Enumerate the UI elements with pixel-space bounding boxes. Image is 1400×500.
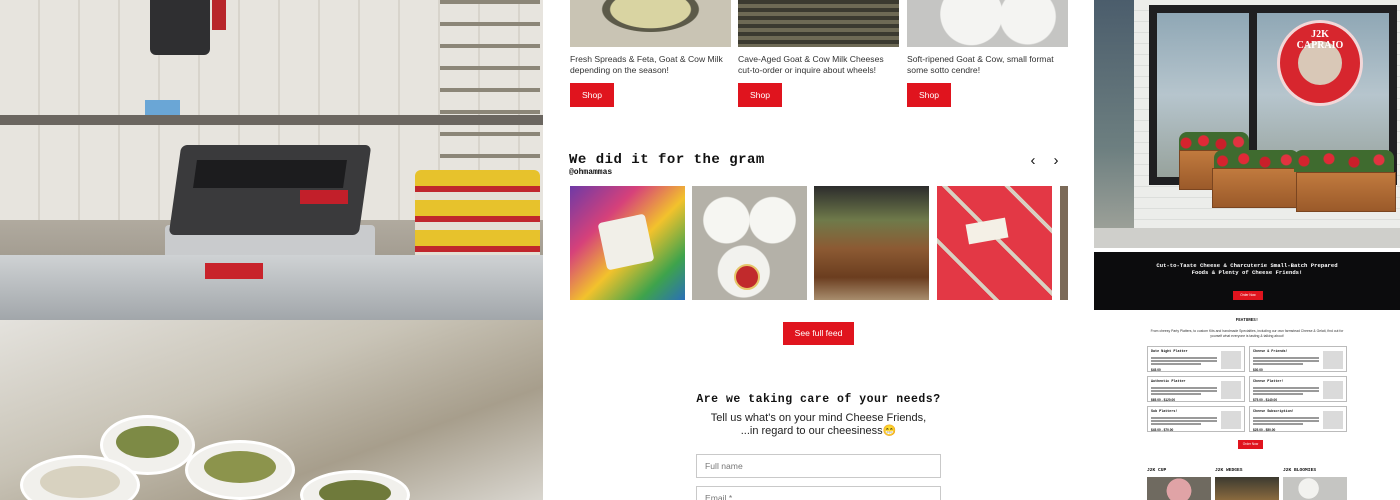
feedback-subtitle-line: ...in regard to our cheesiness😁 <box>740 425 897 437</box>
flower-box-plants <box>1294 150 1394 172</box>
wire-rack <box>440 0 540 180</box>
street-view <box>1094 0 1134 248</box>
preview-hero-text: Cut-to-Taste Cheese & Charcuterie Small-… <box>1156 262 1338 276</box>
card-price: $75.00 - $140.00 <box>1253 398 1278 402</box>
preview-hero: Cut-to-Taste Cheese & Charcuterie Small-… <box>1094 252 1400 310</box>
product-description: Soft-ripened Goat & Cow, small format so… <box>907 54 1054 75</box>
website-preview-screenshot: Cut-to-Taste Cheese & Charcuterie Small-… <box>1094 252 1400 500</box>
full-name-input[interactable] <box>696 454 941 478</box>
shop-button[interactable]: Shop <box>738 83 782 107</box>
chevron-right-icon[interactable]: › <box>1048 152 1064 170</box>
olive-bowl <box>185 440 295 500</box>
card-image <box>1323 351 1343 369</box>
preview-mini-image <box>1215 477 1279 500</box>
preview-product-card: Cheese Subscription! $25.00 - $50.00 <box>1249 406 1347 432</box>
planter-box <box>1296 172 1396 212</box>
preview-mini-image <box>1283 477 1347 500</box>
instagram-post[interactable] <box>570 186 685 300</box>
sidewalk <box>1094 228 1400 248</box>
instagram-post[interactable] <box>937 186 1052 300</box>
preview-mini-image <box>1147 477 1211 500</box>
card-price: $45.00 - $70.00 <box>1151 428 1174 432</box>
product-description: Fresh Spreads & Feta, Goat & Cow Milk de… <box>570 54 723 75</box>
paper-towel-dispenser <box>150 0 210 55</box>
shop-button[interactable]: Shop <box>570 83 614 107</box>
preview-order-button: Order Now <box>1238 440 1263 449</box>
planter-box <box>1212 168 1300 208</box>
card-image <box>1221 411 1241 429</box>
storefront-photo: J2K CAPRAIO <box>1094 0 1400 248</box>
preview-features-title: FEATURES! <box>1235 319 1259 323</box>
preview-mini-label: J2K CUP <box>1147 468 1167 473</box>
shop-logo-decal: J2K CAPRAIO <box>1277 20 1363 106</box>
instagram-section-title: We did it for the gram <box>569 152 765 168</box>
instagram-post-partial[interactable] <box>1060 186 1068 300</box>
see-full-feed-button[interactable]: See full feed <box>783 322 854 345</box>
preview-product-card: Date Night Platter $45.00 <box>1147 346 1245 372</box>
card-image <box>1323 411 1343 429</box>
card-price: $45.00 <box>1151 368 1161 372</box>
card-price: $65.00 - $120.00 <box>1151 398 1176 402</box>
shop-button[interactable]: Shop <box>907 83 951 107</box>
deli-counter-photo <box>0 0 543 500</box>
logo-wordmark: J2K CAPRAIO <box>1296 29 1344 51</box>
product-image-spreads[interactable] <box>570 0 731 47</box>
preview-mini-label: J2K WEDGES <box>1215 468 1243 473</box>
product-description: Cave-Aged Goat & Cow Milk Cheeses cut-to… <box>738 54 884 75</box>
scale-brand-plate <box>300 190 348 204</box>
card-price: $25.00 - $50.00 <box>1253 428 1276 432</box>
preview-hero-button: Order Now <box>1233 291 1263 300</box>
scale-display <box>193 160 347 188</box>
instagram-handle[interactable]: @ohmammas <box>569 168 612 177</box>
instagram-post[interactable] <box>692 186 807 300</box>
card-price: $30.00 <box>1253 368 1263 372</box>
preview-mini-label: J2K BLOOMIES <box>1283 468 1317 473</box>
preview-product-card: Cheese & Friends! $30.00 <box>1249 346 1347 372</box>
card-title: Cheese & Friends! <box>1253 350 1288 354</box>
card-title: Cheese Platter! <box>1253 380 1284 384</box>
card-image <box>1323 381 1343 399</box>
preview-product-card: Authentic Platter $65.00 - $120.00 <box>1147 376 1245 402</box>
card-image <box>1221 381 1241 399</box>
product-image-cave-aged[interactable] <box>738 0 899 47</box>
preview-features-subtitle: From cheesy Party Platters, to custom Ki… <box>1150 329 1344 338</box>
display-case-top <box>0 255 543 325</box>
main-content: Fresh Spreads & Feta, Goat & Cow Milk de… <box>543 0 1094 500</box>
preview-product-card: Sub Platters! $45.00 - $70.00 <box>1147 406 1245 432</box>
red-wall-box <box>212 0 226 30</box>
product-image-soft-ripened[interactable] <box>907 0 1068 47</box>
feedback-subtitle-line: Tell us what's on your mind Cheese Frien… <box>710 412 927 424</box>
card-title: Authentic Platter <box>1151 380 1186 384</box>
right-gallery: J2K CAPRAIO Cut-to-Taste Cheese & Charcu… <box>1094 0 1400 500</box>
feedback-section-subtitle: Tell us what's on your mind Cheese Frien… <box>543 412 1094 438</box>
feedback-section-title: Are we taking care of your needs? <box>696 393 941 406</box>
card-title: Date Night Platter <box>1151 350 1188 354</box>
instagram-post[interactable] <box>814 186 929 300</box>
preview-product-card: Cheese Platter! $75.00 - $140.00 <box>1249 376 1347 402</box>
email-input[interactable] <box>696 486 941 500</box>
card-title: Cheese Subscription! <box>1253 410 1294 414</box>
card-image <box>1221 351 1241 369</box>
chevron-left-icon[interactable]: ‹ <box>1025 152 1041 170</box>
card-title: Sub Platters! <box>1151 410 1178 414</box>
display-case-brand-plate <box>205 263 263 279</box>
